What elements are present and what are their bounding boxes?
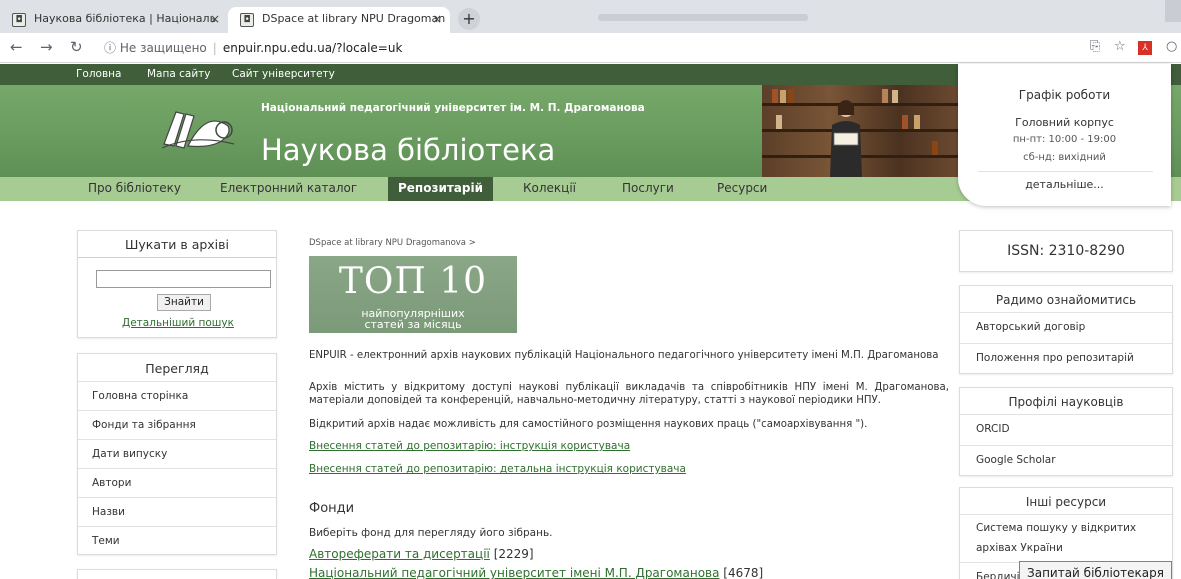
browse-item-communities[interactable]: Фонди та зібрання	[78, 410, 276, 439]
browser-tab-bar: ◘ Наукова бібліотека | Національ × ◘ DSp…	[0, 0, 1181, 33]
close-tab-icon[interactable]: ×	[210, 12, 220, 26]
divider	[78, 257, 276, 258]
bookmark-star-icon[interactable]: ☆	[1114, 39, 1126, 54]
breadcrumb[interactable]: DSpace at library NPU Dragomanova >	[309, 238, 476, 248]
university-name: Національний педагогічний університет ім…	[261, 102, 645, 114]
profiles-title: Профілі науковців	[1008, 395, 1124, 409]
recommend-panel: Радимо ознайомитись Авторський договір П…	[959, 285, 1173, 374]
schedule-box: Графік роботи Головний корпус пн-пт: 10:…	[958, 64, 1171, 206]
schedule-weekend: сб-нд: вихідний	[1023, 152, 1106, 163]
browse-item-titles[interactable]: Назви	[78, 497, 276, 526]
search-panel-title: Шукати в архіві	[125, 237, 229, 252]
fund-link[interactable]: Автореферати та дисертації	[309, 547, 490, 561]
browse-panel: Перегляд Головна сторінка Фонди та зібра…	[77, 353, 277, 555]
schedule-weekdays: пн-пт: 10:00 - 19:00	[1012, 134, 1117, 145]
schedule-building: Головний корпус	[1015, 116, 1114, 129]
schedule-more-link[interactable]: детальніше...	[958, 178, 1171, 191]
menu-resources[interactable]: Ресурси	[717, 181, 767, 195]
intro-paragraph: ENPUIR - електронний архів наукових публ…	[309, 350, 939, 361]
instruction-link[interactable]: Внесення статей до репозитарію: інструкц…	[309, 440, 630, 452]
advanced-search-link[interactable]: Детальніший пошук	[78, 317, 278, 329]
translate-icon[interactable]: ⎘	[1090, 39, 1100, 54]
detailed-instruction-link[interactable]: Внесення статей до репозитарію: детальна…	[309, 463, 686, 475]
url-text: enpuir.npu.edu.ua/?locale=uk	[222, 41, 403, 55]
back-arrow-icon[interactable]: ←	[10, 38, 23, 56]
separator: |	[212, 41, 217, 55]
info-icon[interactable]: ⓘ	[104, 41, 116, 55]
address-bar: ← → ↻ ⓘ Не защищено | enpuir.npu.edu.ua/?l…	[0, 33, 1181, 63]
funds-heading: Фонди	[309, 501, 355, 516]
library-logo-icon	[161, 111, 235, 149]
schedule-title: Графік роботи	[1018, 88, 1111, 102]
browse-item-home[interactable]: Головна сторінка	[78, 381, 276, 410]
menu-collections[interactable]: Колекції	[523, 181, 576, 195]
fund-row: Національний педагогічний університет ім…	[309, 566, 763, 579]
recommend-item-regulations[interactable]: Положення про репозитарій	[960, 343, 1172, 374]
browser-tab-dspace[interactable]: ◘ DSpace at library NPU Dragoman ×	[228, 7, 450, 33]
search-input[interactable]	[96, 270, 271, 288]
issn-box: ISSN: 2310-8290	[959, 230, 1173, 272]
fund-row: Автореферати та дисертації [2229]	[309, 547, 534, 561]
library-photo	[762, 85, 958, 177]
dspace-favicon-icon: ◘	[12, 13, 26, 27]
partial-panel	[77, 569, 277, 579]
url-field[interactable]: ⓘ Не защищено | enpuir.npu.edu.ua/?locale=…	[104, 38, 1084, 58]
top10-banner[interactable]: ТОП 10 найпопулярніших статей за місяць	[309, 256, 517, 333]
profile-item-google-scholar[interactable]: Google Scholar	[960, 445, 1172, 476]
resources-title: Інші ресурси	[1025, 495, 1107, 509]
top-link-home[interactable]: Головна	[76, 68, 121, 80]
reader-figure	[830, 100, 862, 177]
resource-item-search-system[interactable]: Система пошуку у відкритих архівах Украї…	[960, 514, 1172, 562]
tab-title: Наукова бібліотека | Національ	[34, 12, 217, 25]
extension-icon[interactable]: ○	[1166, 39, 1177, 54]
blurred-window-title	[598, 14, 808, 21]
fund-count: [4678]	[723, 566, 764, 579]
browse-item-authors[interactable]: Автори	[78, 468, 276, 497]
browse-item-dates[interactable]: Дати випуску	[78, 439, 276, 468]
menu-services[interactable]: Послуги	[622, 181, 674, 195]
tab-title: DSpace at library NPU Dragoman	[262, 12, 446, 25]
forward-arrow-icon[interactable]: →	[40, 38, 53, 56]
top-link-university[interactable]: Сайт університету	[232, 68, 335, 80]
window-control[interactable]	[1165, 0, 1181, 22]
security-label: Не защищено	[119, 41, 207, 55]
close-tab-icon[interactable]: ×	[432, 12, 442, 26]
recommend-title: Радимо ознайомитись	[995, 293, 1137, 307]
divider	[978, 171, 1153, 172]
funds-hint: Виберіть фонд для перегляду його зібрань…	[309, 527, 553, 539]
reload-icon[interactable]: ↻	[70, 38, 83, 56]
browse-panel-title: Перегляд	[145, 361, 209, 376]
description-paragraph: Архів містить у відкритому доступі науко…	[309, 382, 949, 406]
browser-tab-library[interactable]: ◘ Наукова бібліотека | Національ ×	[0, 7, 228, 33]
fund-count: [2229]	[493, 547, 534, 561]
pdf-extension-icon[interactable]: ⅄	[1138, 41, 1152, 55]
search-panel: Шукати в архіві Знайти Детальніший пошук	[77, 230, 277, 338]
fund-link[interactable]: Національний педагогічний університет ім…	[309, 566, 719, 579]
top10-heading: ТОП 10	[338, 261, 488, 302]
menu-about[interactable]: Про бібліотеку	[88, 181, 181, 195]
top-link-sitemap[interactable]: Мапа сайту	[147, 68, 211, 80]
top10-line2: статей за місяць	[364, 318, 462, 331]
profiles-panel: Профілі науковців ORCID Google Scholar	[959, 387, 1173, 476]
search-button[interactable]: Знайти	[157, 294, 211, 311]
browse-item-subjects[interactable]: Теми	[78, 526, 276, 555]
ask-librarian-button[interactable]: Запитай бібліотекаря	[1019, 561, 1172, 579]
library-title: Наукова бібліотека	[261, 133, 556, 167]
new-tab-button[interactable]: +	[458, 8, 480, 30]
menu-catalog[interactable]: Електронний каталог	[220, 181, 357, 195]
self-archiving-paragraph: Відкритий архів надає можливість для сам…	[309, 419, 868, 430]
menu-repository[interactable]: Репозитарій	[388, 177, 494, 201]
recommend-item-agreement[interactable]: Авторський договір	[960, 312, 1172, 343]
profile-item-orcid[interactable]: ORCID	[960, 414, 1172, 445]
dspace-favicon-icon: ◘	[240, 13, 254, 27]
